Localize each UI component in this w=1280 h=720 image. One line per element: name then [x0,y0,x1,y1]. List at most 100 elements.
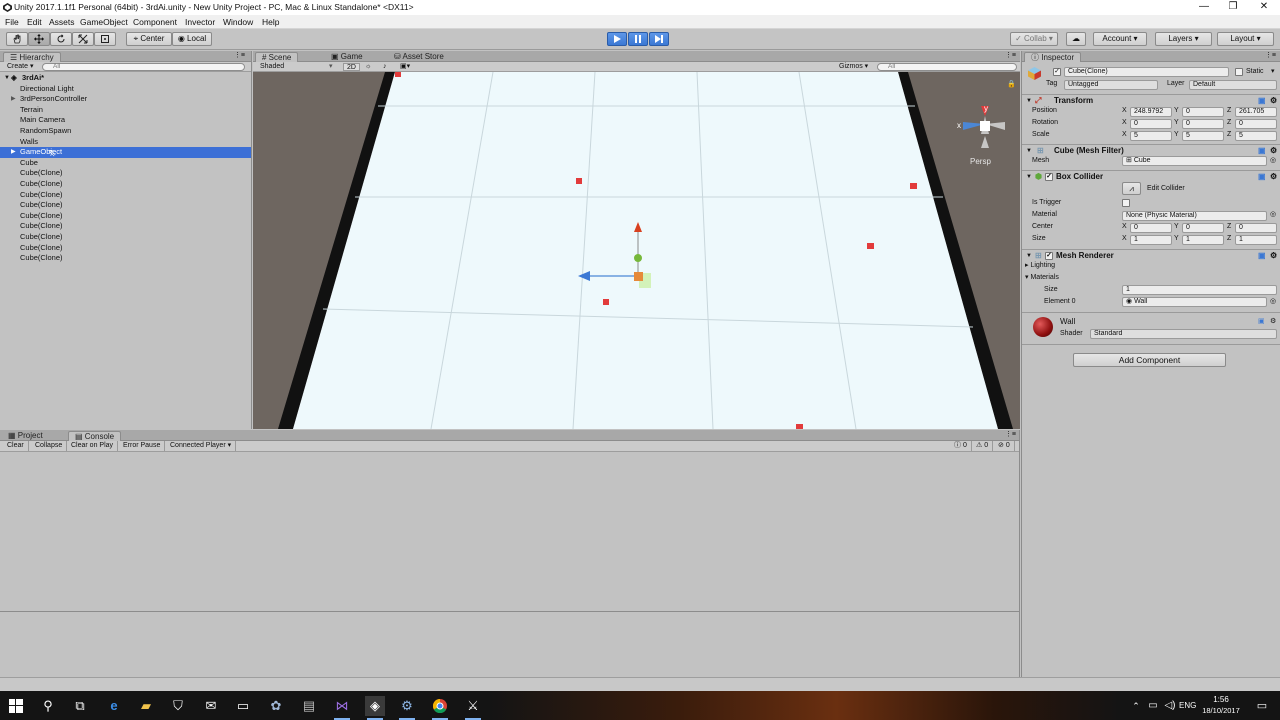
chrome-icon[interactable] [430,696,450,720]
materials-size-field[interactable]: 1 [1122,285,1277,295]
position-x-field[interactable]: 248.9792 [1130,107,1172,117]
x-axis-label[interactable]: X [1122,106,1127,116]
pivot-local-button[interactable]: ◉ Local [172,32,212,46]
store-icon[interactable]: ⛉ [168,696,188,716]
menu-assets[interactable]: Assets [49,17,75,27]
step-button[interactable] [649,32,669,46]
rotation-x-field[interactable]: 0 [1130,119,1172,129]
scene-root[interactable]: ▼ ◈ 3rdAi* [0,73,251,84]
collab-button[interactable]: ✓ Collab ▾ [1010,32,1058,46]
y-axis-label[interactable]: Y [1174,222,1179,232]
edge-browser-icon[interactable]: e [104,696,124,716]
menu-file[interactable]: File [5,17,19,27]
mesh-renderer-enabled-checkbox[interactable]: ✓ [1045,252,1053,260]
box-collider-header[interactable]: ▼ ⬢ ✓ Box Collider ▣ ⚙ [1022,170,1280,182]
object-name-field[interactable]: Cube(Clone) [1064,67,1229,77]
x-axis-label[interactable]: X [1122,234,1127,244]
z-axis-label[interactable]: Z [1227,106,1231,116]
help-icon[interactable]: ▣ [1258,171,1266,183]
notifications-icon[interactable]: ▭ [1252,696,1272,716]
layout-dropdown[interactable]: Layout ▾ [1217,32,1274,46]
orientation-gizmo[interactable]: y x [957,104,1005,148]
panel-menu-icon[interactable]: ⋮≡ [1005,51,1016,59]
panel-menu-icon[interactable]: ⋮≡ [1005,430,1016,438]
hierarchy-item[interactable]: ▶ GameObject [0,147,251,158]
y-axis-label[interactable]: Y [1174,130,1179,140]
z-axis-label[interactable]: Z [1227,234,1231,244]
collapse-button[interactable]: Collapse [31,441,68,451]
error-pause-button[interactable]: Error Pause [119,441,166,451]
volume-icon[interactable]: ◁) [1160,696,1180,716]
menu-invector[interactable]: Invector [185,17,215,27]
object-picker-icon[interactable]: ◎ [1270,297,1276,307]
menu-component[interactable]: Component [133,17,177,27]
hierarchy-item[interactable]: Walls [0,137,251,148]
scene-render[interactable]: y x Persp 🔒 [253,72,1020,429]
shader-dropdown[interactable]: Standard [1090,329,1277,339]
position-y-field[interactable]: 0 [1182,107,1224,117]
scale-tool-button[interactable] [72,32,94,46]
center-x-field[interactable]: 0 [1130,223,1172,233]
element-0-field[interactable]: ◉ Wall [1122,297,1267,307]
layers-dropdown[interactable]: Layers ▾ [1155,32,1212,46]
app-icon-sync[interactable]: ✿ [266,696,286,716]
active-checkbox[interactable]: ✓ [1053,68,1061,76]
console-log-area[interactable] [0,452,1020,612]
console-detail-area[interactable] [0,612,1020,677]
2d-toggle[interactable]: 2D [343,63,360,71]
file-explorer-icon[interactable]: ▰ [136,696,156,716]
pivot-center-button[interactable]: ⌖ Center [126,32,172,46]
layer-dropdown[interactable]: Default [1189,80,1277,90]
hierarchy-item[interactable]: Cube(Clone) [0,221,251,232]
minimize-button[interactable]: — [1189,0,1219,15]
visual-studio-icon[interactable]: ⋈ [332,696,352,720]
clear-on-play-button[interactable]: Clear on Play [67,441,119,451]
mesh-filter-header[interactable]: ▼ ⊞ Cube (Mesh Filter) ▣ ⚙ [1022,144,1280,156]
cube-marker[interactable] [395,72,401,77]
mesh-field[interactable]: ⊞ Cube [1122,156,1267,166]
windows-start-icon[interactable] [6,696,26,716]
size-z-field[interactable]: 1 [1235,235,1277,245]
hierarchy-item[interactable]: Cube [0,158,251,169]
cube-marker[interactable] [867,243,874,249]
tab-asset-store[interactable]: ⛁ Asset Store [388,52,450,62]
clock-date[interactable]: 18/10/2017 [1198,706,1244,715]
help-icon[interactable]: ▣ [1258,95,1266,107]
gear-icon[interactable]: ⚙ [1270,250,1277,262]
mesh-renderer-header[interactable]: ▼ ⊞ ✓ Mesh Renderer ▣ ⚙ [1022,249,1280,261]
help-icon[interactable]: ▣ [1258,317,1265,327]
z-axis-label[interactable]: Z [1227,222,1231,232]
rotate-tool-button[interactable] [50,32,72,46]
shading-dropdown[interactable]: Shaded [260,63,284,71]
x-axis-label[interactable]: X [1122,130,1127,140]
maximize-button[interactable]: ❐ [1218,0,1248,15]
unity-taskbar-icon[interactable]: ◈ [365,696,385,720]
play-button[interactable] [607,32,627,46]
tab-project[interactable]: ▦ Project [2,431,49,441]
cube-marker[interactable] [796,424,803,429]
hierarchy-item[interactable]: Cube(Clone) [0,190,251,201]
cloud-button[interactable]: ☁ [1066,32,1086,46]
y-axis-label[interactable]: Y [1174,106,1179,116]
terminal-icon[interactable]: ▭ [233,696,253,716]
tab-console[interactable]: ▤ Console [68,431,122,441]
info-count-toggle[interactable]: ⓘ 0 [950,441,972,451]
tag-dropdown[interactable]: Untagged [1064,80,1158,90]
tab-game[interactable]: ▣ Game [325,52,369,62]
warning-count-toggle[interactable]: ⚠ 0 [972,441,994,451]
cube-marker[interactable] [576,178,582,184]
app-icon-vm[interactable]: ▤ [299,696,319,716]
gizmos-dropdown[interactable]: Gizmos ▾ [839,63,868,71]
position-z-field[interactable]: 261.705 [1235,107,1277,117]
object-picker-icon[interactable]: ◎ [1270,210,1276,220]
create-dropdown[interactable]: Create ▾ [7,63,33,71]
transform-header[interactable]: ▼ ⤢ Transform ▣ ⚙ [1022,94,1280,106]
center-z-field[interactable]: 0 [1235,223,1277,233]
panel-menu-icon[interactable]: ⋮≡ [1265,51,1276,59]
panel-menu-icon[interactable]: ⋮≡ [234,51,245,59]
z-axis-label[interactable]: Z [1227,118,1231,128]
error-count-toggle[interactable]: ⊘ 0 [994,441,1015,451]
scene-viewport[interactable]: y x Persp 🔒 [253,72,1020,429]
static-dropdown-icon[interactable]: ▾ [1271,67,1275,77]
x-axis-label[interactable]: X [1122,118,1127,128]
